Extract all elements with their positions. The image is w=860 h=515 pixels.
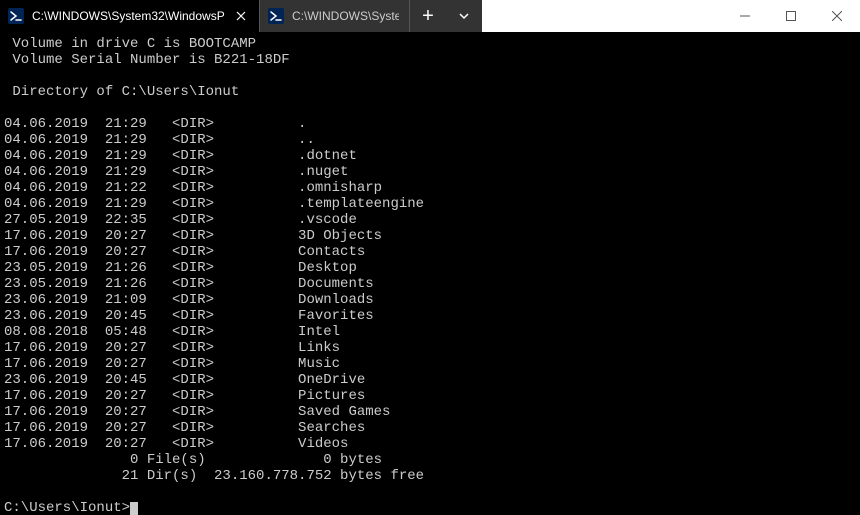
titlebar-drag-area[interactable]: [482, 0, 722, 32]
newtab-area: +: [410, 0, 482, 32]
tab-strip: C:\WINDOWS\System32\WindowsPowerShell\v1…: [0, 0, 482, 32]
powershell-icon: [8, 8, 24, 24]
tab-powershell-1[interactable]: C:\WINDOWS\System32\WindowsPowerShell\v1…: [0, 0, 260, 32]
window-controls: [722, 0, 860, 32]
minimize-button[interactable]: [722, 0, 768, 32]
tab-powershell-2[interactable]: C:\WINDOWS\System32\: [260, 0, 410, 32]
new-tab-button[interactable]: +: [410, 0, 446, 32]
maximize-button[interactable]: [768, 0, 814, 32]
terminal-output[interactable]: Volume in drive C is BOOTCAMP Volume Ser…: [0, 32, 860, 515]
tab-close-button[interactable]: [233, 8, 249, 24]
tab-title: C:\WINDOWS\System32\WindowsPowerShell\v1…: [32, 9, 225, 23]
tab-dropdown-button[interactable]: [446, 0, 482, 32]
terminal-cursor: [130, 502, 138, 515]
powershell-icon: [268, 8, 284, 24]
titlebar: C:\WINDOWS\System32\WindowsPowerShell\v1…: [0, 0, 860, 32]
tab-title: C:\WINDOWS\System32\: [292, 9, 399, 23]
close-button[interactable]: [814, 0, 860, 32]
